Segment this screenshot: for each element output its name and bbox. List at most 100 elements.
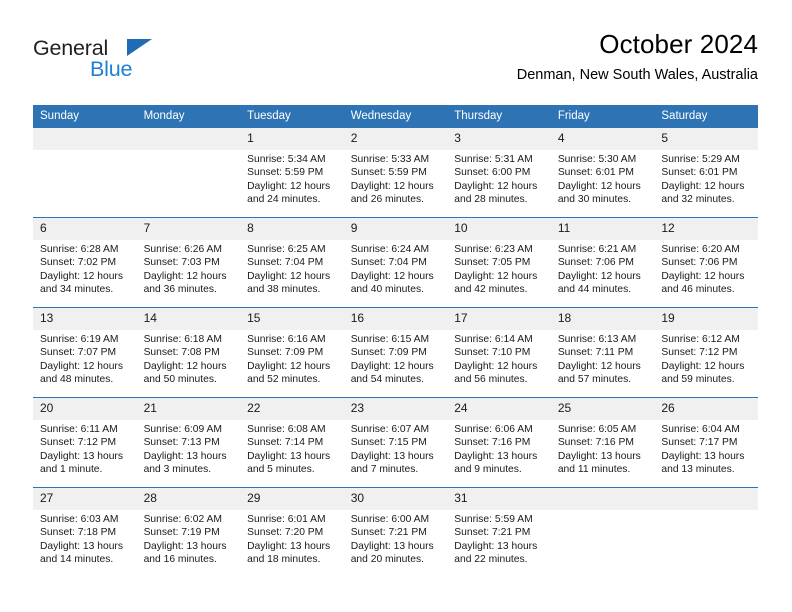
calendar-day-cell[interactable]: 15 Sunrise: 6:16 AM Sunset: 7:09 PM Dayligh… — [240, 307, 344, 398]
sunrise-time: Sunrise: 6:02 AM — [143, 514, 222, 525]
day-number: 14 — [136, 308, 241, 330]
sunrise-time: Sunrise: 6:04 AM — [661, 424, 740, 435]
calendar-day-cell[interactable]: 16 Sunrise: 6:15 AM Sunset: 7:09 PM Dayligh… — [343, 307, 448, 398]
day-number: 9 — [343, 218, 448, 240]
sunset-time: Sunset: 7:10 PM — [454, 347, 531, 359]
calendar-day-cell[interactable]: 23 Sunrise: 6:07 AM Sunset: 7:15 PM Dayligh… — [343, 397, 448, 488]
calendar-day-cell[interactable]: 29 Sunrise: 6:01 AM Sunset: 7:20 PM Dayligh… — [240, 487, 344, 578]
day-sun-info: Sunrise: 6:09 AM Sunset: 7:13 PM Daylight:… — [137, 420, 241, 477]
calendar-day-cell[interactable]: 10 Sunrise: 6:23 AM Sunset: 7:05 PM Dayligh… — [447, 217, 551, 308]
daylight-duration-line2: and 1 minute. — [40, 464, 103, 476]
calendar-day-cell[interactable]: 21 Sunrise: 6:09 AM Sunset: 7:13 PM Dayligh… — [136, 397, 241, 488]
day-number: 29 — [240, 488, 344, 510]
day-number — [654, 488, 758, 510]
calendar-day-cell[interactable]: 1 Sunrise: 5:34 AM Sunset: 5:59 PM Daylight… — [240, 127, 344, 218]
daylight-duration-line1: Daylight: 12 hours — [557, 180, 641, 192]
calendar-day-cell[interactable]: 5 Sunrise: 5:29 AM Sunset: 6:01 PM Daylight… — [654, 127, 758, 218]
day-number: 15 — [240, 308, 344, 330]
calendar-day-cell[interactable]: 14 Sunrise: 6:18 AM Sunset: 7:08 PM Dayligh… — [136, 307, 241, 398]
calendar-day-cell[interactable]: 20 Sunrise: 6:11 AM Sunset: 7:12 PM Dayligh… — [33, 397, 137, 488]
sunset-time: Sunset: 7:13 PM — [143, 437, 220, 449]
day-sun-info: Sunrise: 5:31 AM Sunset: 6:00 PM Daylight:… — [447, 150, 551, 207]
calendar-day-cell[interactable]: 30 Sunrise: 6:00 AM Sunset: 7:21 PM Dayligh… — [343, 487, 448, 578]
sunrise-time: Sunrise: 6:09 AM — [143, 424, 222, 435]
calendar-day-cell[interactable]: 13 Sunrise: 6:19 AM Sunset: 7:07 PM Dayligh… — [33, 307, 137, 398]
sunrise-time: Sunrise: 6:24 AM — [350, 244, 430, 255]
daylight-duration-line1: Daylight: 13 hours — [350, 450, 434, 462]
day-number: 1 — [240, 128, 344, 150]
day-number: 7 — [136, 218, 241, 240]
sunrise-time: Sunrise: 5:33 AM — [350, 154, 430, 165]
day-number: 23 — [343, 398, 448, 420]
calendar-day-cell[interactable]: 11 Sunrise: 6:21 AM Sunset: 7:06 PM Dayligh… — [550, 217, 655, 308]
day-number: 25 — [550, 398, 655, 420]
daylight-duration-line1: Daylight: 12 hours — [247, 270, 331, 282]
calendar-day-cell[interactable]: 28 Sunrise: 6:02 AM Sunset: 7:19 PM Dayligh… — [136, 487, 241, 578]
calendar-day-cell[interactable]: 18 Sunrise: 6:13 AM Sunset: 7:11 PM Dayligh… — [550, 307, 655, 398]
page-subtitle: Denman, New South Wales, Australia — [516, 67, 758, 83]
daylight-duration-line1: Daylight: 12 hours — [557, 270, 641, 282]
daylight-duration-line1: Daylight: 13 hours — [454, 450, 538, 462]
sunrise-time: Sunrise: 6:05 AM — [557, 424, 637, 435]
day-number: 4 — [550, 128, 655, 150]
sunset-time: Sunset: 7:12 PM — [40, 437, 117, 449]
day-number — [33, 128, 137, 150]
sunrise-time: Sunrise: 6:03 AM — [40, 514, 119, 525]
daylight-duration-line2: and 32 minutes. — [661, 194, 735, 206]
calendar-day-cell[interactable]: 8 Sunrise: 6:25 AM Sunset: 7:04 PM Daylight… — [240, 217, 344, 308]
calendar-week-row: 13 Sunrise: 6:19 AM Sunset: 7:07 PM Dayligh… — [33, 307, 758, 398]
calendar-day-cell[interactable]: 19 Sunrise: 6:12 AM Sunset: 7:12 PM Dayligh… — [654, 307, 758, 398]
daylight-duration-line1: Daylight: 13 hours — [557, 450, 641, 462]
calendar-day-cell[interactable]: 4 Sunrise: 5:30 AM Sunset: 6:01 PM Daylight… — [550, 127, 655, 218]
calendar-day-cell[interactable]: 9 Sunrise: 6:24 AM Sunset: 7:04 PM Daylight… — [343, 217, 448, 308]
sunset-time: Sunset: 7:06 PM — [661, 257, 738, 269]
calendar-week-row: 6 Sunrise: 6:28 AM Sunset: 7:02 PM Daylight… — [33, 217, 758, 308]
sunrise-time: Sunrise: 5:31 AM — [454, 154, 533, 165]
daylight-duration-line2: and 34 minutes. — [40, 284, 114, 296]
daylight-duration-line1: Daylight: 13 hours — [40, 540, 123, 552]
daylight-duration-line2: and 28 minutes. — [454, 194, 528, 206]
calendar-day-cell[interactable]: 26 Sunrise: 6:04 AM Sunset: 7:17 PM Dayligh… — [654, 397, 758, 488]
calendar-cell-empty — [654, 487, 758, 578]
day-number: 20 — [33, 398, 137, 420]
sunset-time: Sunset: 7:16 PM — [557, 437, 634, 449]
sunset-time: Sunset: 7:03 PM — [143, 257, 220, 269]
day-number: 3 — [447, 128, 551, 150]
sunset-time: Sunset: 6:01 PM — [557, 167, 634, 179]
daylight-duration-line1: Daylight: 12 hours — [350, 270, 434, 282]
day-number: 26 — [654, 398, 758, 420]
daylight-duration-line1: Daylight: 13 hours — [661, 450, 745, 462]
calendar-day-cell[interactable]: 3 Sunrise: 5:31 AM Sunset: 6:00 PM Daylight… — [447, 127, 551, 218]
weekday-header-row: Sunday Monday Tuesday Wednesday Thursday… — [33, 105, 758, 128]
calendar-day-cell[interactable]: 6 Sunrise: 6:28 AM Sunset: 7:02 PM Daylight… — [33, 217, 137, 308]
calendar-day-cell[interactable]: 2 Sunrise: 5:33 AM Sunset: 5:59 PM Daylight… — [343, 127, 448, 218]
calendar-day-cell[interactable]: 17 Sunrise: 6:14 AM Sunset: 7:10 PM Dayligh… — [447, 307, 551, 398]
day-sun-info: Sunrise: 6:00 AM Sunset: 7:21 PM Daylight:… — [344, 510, 448, 567]
calendar-day-cell[interactable]: 25 Sunrise: 6:05 AM Sunset: 7:16 PM Dayligh… — [550, 397, 655, 488]
daylight-duration-line2: and 56 minutes. — [454, 374, 528, 386]
day-sun-info: Sunrise: 6:26 AM Sunset: 7:03 PM Daylight:… — [137, 240, 241, 297]
calendar-day-cell[interactable]: 27 Sunrise: 6:03 AM Sunset: 7:18 PM Dayligh… — [33, 487, 137, 578]
daylight-duration-line2: and 7 minutes. — [350, 464, 419, 476]
daylight-duration-line2: and 36 minutes. — [143, 284, 217, 296]
daylight-duration-line1: Daylight: 12 hours — [454, 270, 538, 282]
sunset-time: Sunset: 7:11 PM — [557, 347, 634, 359]
calendar-cell-empty — [550, 487, 655, 578]
weekday-header-thursday: Thursday — [447, 105, 551, 128]
calendar-day-cell[interactable]: 12 Sunrise: 6:20 AM Sunset: 7:06 PM Dayligh… — [654, 217, 758, 308]
daylight-duration-line1: Daylight: 12 hours — [350, 180, 434, 192]
calendar-week-row: 27 Sunrise: 6:03 AM Sunset: 7:18 PM Dayligh… — [33, 487, 758, 578]
calendar-day-cell[interactable]: 7 Sunrise: 6:26 AM Sunset: 7:03 PM Daylight… — [136, 217, 241, 308]
daylight-duration-line2: and 48 minutes. — [40, 374, 114, 386]
calendar-day-cell[interactable]: 31 Sunrise: 5:59 AM Sunset: 7:21 PM Dayligh… — [447, 487, 551, 578]
calendar-cell-empty — [33, 127, 137, 218]
daylight-duration-line2: and 3 minutes. — [143, 464, 212, 476]
day-sun-info: Sunrise: 6:18 AM Sunset: 7:08 PM Daylight:… — [137, 330, 241, 387]
sunrise-time: Sunrise: 6:13 AM — [557, 334, 637, 345]
calendar-day-cell[interactable]: 24 Sunrise: 6:06 AM Sunset: 7:16 PM Dayligh… — [447, 397, 551, 488]
daylight-duration-line2: and 54 minutes. — [350, 374, 424, 386]
daylight-duration-line1: Daylight: 13 hours — [247, 540, 331, 552]
daylight-duration-line2: and 40 minutes. — [350, 284, 424, 296]
calendar-day-cell[interactable]: 22 Sunrise: 6:08 AM Sunset: 7:14 PM Dayligh… — [240, 397, 344, 488]
daylight-duration-line2: and 50 minutes. — [143, 374, 217, 386]
